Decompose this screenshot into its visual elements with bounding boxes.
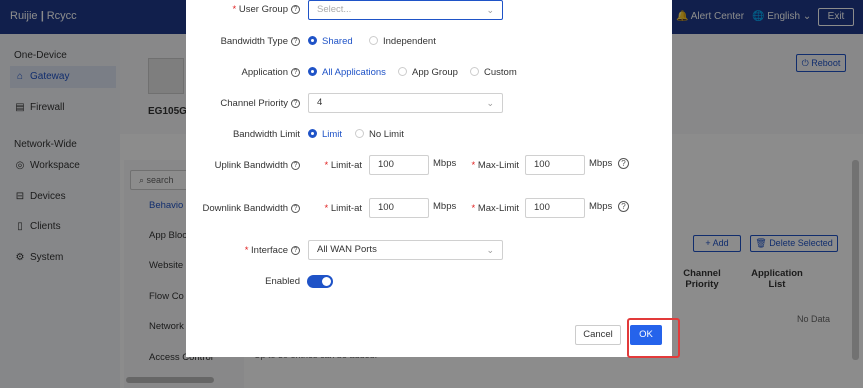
uplink-limit-at-label: * Limit-at (324, 160, 363, 171)
help-icon[interactable]: ? (291, 160, 300, 170)
help-icon[interactable]: ? (291, 98, 300, 108)
user-group-select[interactable]: Select... ⌄ (308, 0, 503, 20)
cancel-button[interactable]: Cancel (575, 325, 621, 345)
bandwidth-limit-limit-radio[interactable]: Limit (308, 128, 342, 140)
uplink-bandwidth-label: Uplink Bandwidth? (196, 160, 300, 171)
bandwidth-limit-nolimit-radio[interactable]: No Limit (355, 128, 404, 140)
uplink-max-limit-unit: Mbps (589, 158, 613, 169)
downlink-max-limit-input[interactable]: 100 (525, 198, 585, 218)
downlink-bandwidth-label: Downlink Bandwidth? (196, 203, 300, 214)
downlink-max-limit-label: * Max-Limit (471, 203, 519, 214)
ok-button-highlight (627, 318, 680, 358)
channel-priority-label: Channel Priority? (196, 98, 300, 109)
chevron-down-icon: ⌄ (486, 245, 494, 255)
user-group-label: * User Group? (196, 4, 300, 15)
bandwidth-type-label: Bandwidth Type? (196, 36, 300, 47)
chevron-down-icon: ⌄ (486, 5, 494, 15)
help-icon[interactable]: ? (291, 245, 300, 255)
help-icon[interactable]: ? (291, 67, 300, 77)
help-icon[interactable]: ? (618, 201, 629, 212)
flow-control-dialog (186, 0, 672, 357)
uplink-max-limit-input[interactable]: 100 (525, 155, 585, 175)
downlink-limit-at-unit: Mbps (433, 201, 457, 212)
downlink-limit-at-input[interactable]: 100 (369, 198, 429, 218)
downlink-max-limit-unit: Mbps (589, 201, 613, 212)
uplink-limit-at-unit: Mbps (433, 158, 457, 169)
downlink-limit-at-label: * Limit-at (324, 203, 363, 214)
application-group-radio[interactable]: App Group (398, 66, 458, 78)
interface-select[interactable]: All WAN Ports ⌄ (308, 240, 503, 260)
bandwidth-type-independent-radio[interactable]: Independent (369, 35, 436, 47)
interface-label: * Interface? (196, 245, 300, 256)
help-icon[interactable]: ? (618, 158, 629, 169)
application-label: Application? (196, 67, 300, 78)
application-all-radio[interactable]: All Applications (308, 66, 386, 78)
bandwidth-limit-label: Bandwidth Limit (232, 129, 300, 140)
uplink-limit-at-input[interactable]: 100 (369, 155, 429, 175)
help-icon[interactable]: ? (291, 36, 300, 46)
enabled-label: Enabled (265, 276, 300, 287)
application-custom-radio[interactable]: Custom (470, 66, 517, 78)
help-icon[interactable]: ? (291, 4, 300, 14)
enabled-toggle[interactable] (307, 275, 333, 288)
help-icon[interactable]: ? (291, 203, 300, 213)
uplink-max-limit-label: * Max-Limit (471, 160, 519, 171)
bandwidth-type-shared-radio[interactable]: Shared (308, 35, 353, 47)
channel-priority-select[interactable]: 4 ⌄ (308, 93, 503, 113)
chevron-down-icon: ⌄ (486, 98, 494, 108)
